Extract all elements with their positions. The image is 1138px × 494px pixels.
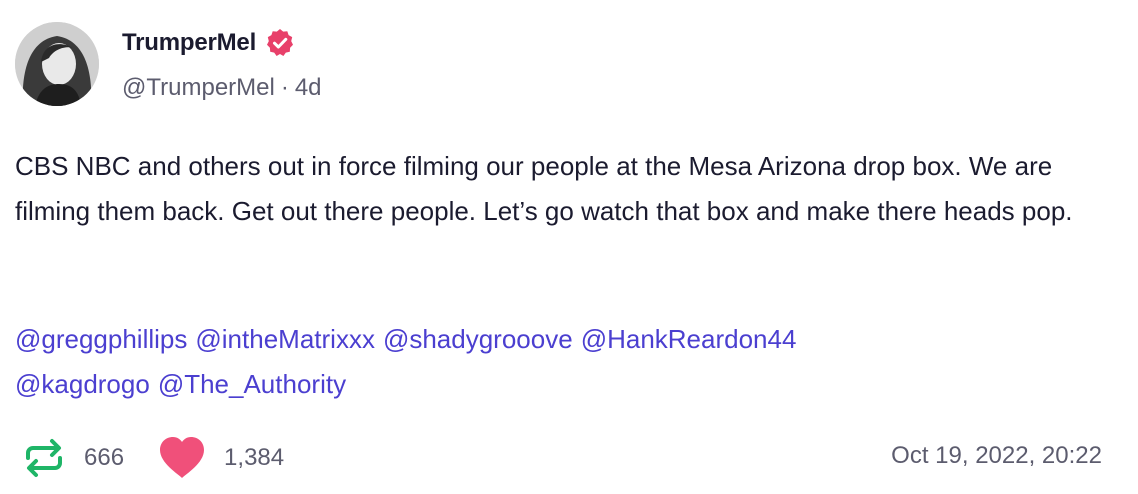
post-actions: 666 1,384 [22, 432, 284, 484]
verified-badge-icon [264, 27, 296, 59]
heart-icon [160, 437, 205, 478]
mention-link[interactable]: @kagdrogo [15, 369, 150, 399]
post-timestamp[interactable]: Oct 19, 2022, 20:22 [891, 442, 1102, 470]
author-name-row: TrumperMel [122, 27, 296, 59]
like-count: 1,384 [224, 444, 285, 471]
author-handle[interactable]: @TrumperMel [122, 74, 275, 102]
repost-count: 666 [84, 444, 125, 471]
mention-link[interactable]: @HankReardon44 [581, 324, 797, 354]
mention-link[interactable]: @The_Authority [158, 369, 346, 399]
repost-button[interactable]: 666 [22, 436, 124, 480]
mention-link[interactable]: @intheMatrixxx [195, 324, 375, 354]
post-mentions: @greggphillips @intheMatrixxx @shadygrooov… [15, 317, 1095, 407]
repost-icon [26, 439, 62, 477]
author-meta-row: @TrumperMel · 4d [122, 74, 322, 102]
mention-link[interactable]: @greggphillips [15, 324, 187, 354]
post-card: TrumperMel @TrumperMel · 4d CBS NBC and … [0, 0, 1138, 494]
like-button[interactable]: 1,384 [158, 436, 284, 480]
avatar-image [15, 22, 99, 106]
mention-link[interactable]: @shadygrooove [383, 324, 573, 354]
post-text: CBS NBC and others out in force filming … [15, 151, 1073, 226]
avatar[interactable] [15, 22, 99, 106]
meta-separator: · [280, 74, 289, 101]
author-display-name[interactable]: TrumperMel [122, 29, 256, 57]
post-age[interactable]: 4d [295, 74, 322, 102]
